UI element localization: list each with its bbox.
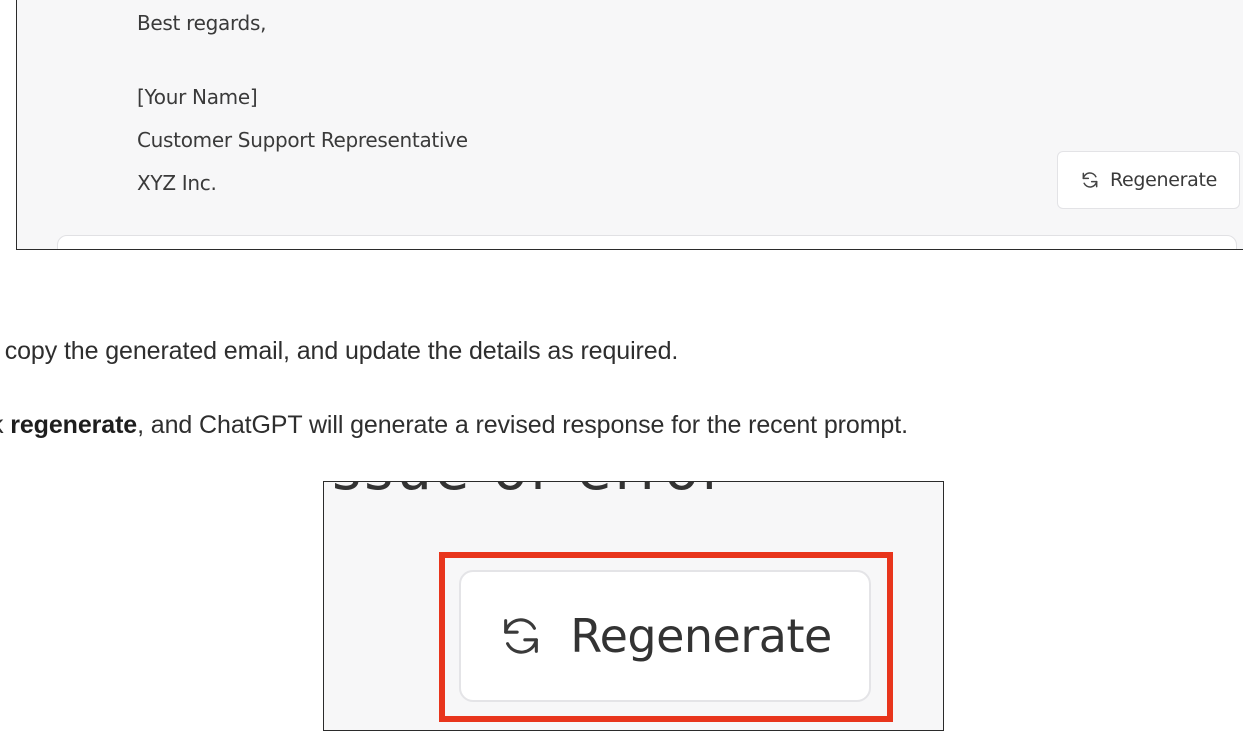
instruction-line-1: , copy the generated email, and update t… (0, 337, 679, 365)
refresh-icon (1082, 172, 1098, 188)
email-sender-name: [Your Name] (137, 85, 258, 109)
regenerate-button[interactable]: Regenerate (1057, 151, 1240, 209)
instruction-regenerate: k regenerate, and ChatGPT will generate … (0, 411, 908, 440)
instruction-copy-email: , copy the generated email, and update t… (0, 337, 678, 366)
instruction-line-2-bold: regenerate (10, 411, 138, 439)
regenerate-label: Regenerate (1109, 169, 1218, 191)
cut-off-heading: ssue or error (332, 482, 728, 503)
instruction-line-2-prefix: k (0, 411, 10, 439)
message-input-edge[interactable] (57, 235, 1237, 249)
email-company: XYZ Inc. (137, 171, 217, 195)
regenerate-label-zoomed: Regenerate (570, 609, 832, 663)
instruction-line-2-suffix: , and ChatGPT will generate a revised re… (137, 411, 908, 439)
regenerate-zoom-screenshot: ssue or error Regenerate (323, 481, 944, 731)
chat-response-screenshot: Best regards, [Your Name] Customer Suppo… (16, 0, 1243, 250)
email-sender-title: Customer Support Representative (137, 128, 468, 152)
regenerate-button-zoomed[interactable]: Regenerate (459, 570, 871, 702)
email-closing: Best regards, (137, 11, 267, 35)
refresh-icon (504, 618, 539, 654)
